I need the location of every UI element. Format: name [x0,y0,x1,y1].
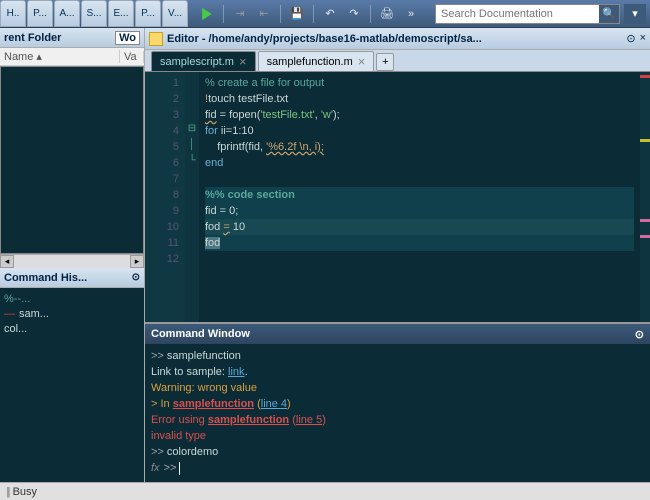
ribbon-tab[interactable]: S... [81,0,107,27]
ribbon-tab[interactable]: P... [27,0,53,27]
code-area[interactable]: % create a file for output!touch testFil… [199,72,640,322]
cmd-output-line: Link to sample: link. [151,364,644,380]
cmd-output-line: invalid type [151,428,644,444]
editor-tab[interactable]: samplefunction.m× [258,51,375,71]
code-line[interactable]: for ii=1:10 [205,123,634,139]
cmd-menu-icon[interactable]: ⊙ [635,329,644,341]
history-panel-header: Command His... ⊙ [0,268,144,288]
fold-column[interactable]: ⊟│└ [185,72,199,322]
status-text: Busy [13,486,37,498]
ribbon-tab[interactable]: P... [135,0,161,27]
step-in-icon[interactable]: ⇥ [230,4,250,24]
line-numbers: 123456789101112 [145,72,185,322]
ribbon-tabs: H..P...A...S...E...P...V... [0,0,189,27]
doc-search-box: 🔍 [435,4,620,24]
editor-tab[interactable]: samplescript.m× [151,51,256,71]
undo-icon[interactable]: ↶ [320,4,340,24]
layout-menu-button[interactable]: ▾ [624,4,646,24]
history-list[interactable]: %--...—sam... col... [0,288,144,482]
tab-close-icon[interactable]: × [358,54,366,69]
code-line[interactable]: %% code section [205,187,634,203]
cmd-output-line: >> samplefunction [151,348,644,364]
status-bar: ||| Busy [0,482,650,500]
cmd-output-line: Warning: wrong value [151,380,644,396]
scroll-right-icon[interactable]: ▸ [130,255,144,268]
folder-hscroll[interactable]: ◂ ▸ [0,254,144,268]
cmd-header: Command Window ⊙ [145,324,650,344]
code-line[interactable]: fid = 0; [205,203,634,219]
cmd-input[interactable]: fx>> [151,460,644,476]
editor-menu-icon[interactable]: ⊙ [626,32,635,45]
tab-close-icon[interactable]: × [239,54,247,69]
panel-menu-icon[interactable]: ⊙ [132,272,140,283]
marker-column[interactable] [640,72,650,322]
quick-actions: ⇥ ⇤ 💾 ↶ ↷ 🖨 » [197,4,421,24]
editor-close-icon[interactable]: × [640,32,646,45]
more-icon[interactable]: » [401,4,421,24]
history-item[interactable]: —sam... [4,307,140,322]
col-value[interactable]: Va [120,51,144,63]
folder-list[interactable] [0,66,144,254]
code-line[interactable] [205,171,634,187]
editor-body[interactable]: 123456789101112 ⊟│└ % create a file for … [145,72,650,322]
folder-panel-title: rent Folder [4,32,115,44]
scroll-left-icon[interactable]: ◂ [0,255,14,268]
code-line[interactable]: !touch testFile.txt [205,91,634,107]
editor-tabs: samplescript.m×samplefunction.m×+ [145,50,650,72]
col-name[interactable]: Name ▴ [0,50,120,63]
file-icon [149,32,163,46]
search-button[interactable]: 🔍 [599,5,619,23]
cmd-output-line: >> colordemo [151,444,644,460]
cmd-title: Command Window [151,328,250,340]
editor-header: Editor - /home/andy/projects/base16-matl… [145,28,650,50]
ribbon-tab[interactable]: V... [162,0,188,27]
redo-icon[interactable]: ↷ [344,4,364,24]
code-line[interactable]: % create a file for output [205,75,634,91]
save-icon[interactable]: 💾 [287,4,307,24]
code-line[interactable]: fid = fopen('testFile.txt', 'w'); [205,107,634,123]
code-line[interactable]: fprintf(fid, '%6.2f \n, i); [205,139,634,155]
resize-grip-icon[interactable]: ||| [6,486,9,498]
fx-icon: fx [151,460,160,476]
run-button[interactable] [197,4,217,24]
folder-columns: Name ▴ Va [0,48,144,66]
print-icon[interactable]: 🖨 [377,4,397,24]
cmd-output-line: > In samplefunction (line 4) [151,396,644,412]
code-line[interactable]: end [205,155,634,171]
history-panel-title: Command His... [4,272,132,284]
ribbon-tab[interactable]: E... [108,0,134,27]
doc-search-input[interactable] [436,5,599,23]
folder-panel-header: rent Folder Wo [0,28,144,48]
ribbon-tab[interactable]: A... [54,0,80,27]
code-line[interactable]: fod = 10 [205,219,634,235]
main-toolbar: H..P...A...S...E...P...V... ⇥ ⇤ 💾 ↶ ↷ 🖨 … [0,0,650,28]
history-item[interactable]: col... [4,322,140,337]
new-tab-button[interactable]: + [376,53,394,71]
step-out-icon[interactable]: ⇤ [254,4,274,24]
code-line[interactable] [205,251,634,267]
history-item[interactable]: %--... [4,292,140,307]
cmd-body[interactable]: >> samplefunctionLink to sample: link.Wa… [145,344,650,482]
editor-path: Editor - /home/andy/projects/base16-matl… [167,33,626,45]
cmd-output-line: Error using samplefunction (line 5) [151,412,644,428]
code-line[interactable]: fod [205,235,634,251]
ribbon-tab[interactable]: H.. [0,0,26,27]
workspace-tab[interactable]: Wo [115,31,140,45]
